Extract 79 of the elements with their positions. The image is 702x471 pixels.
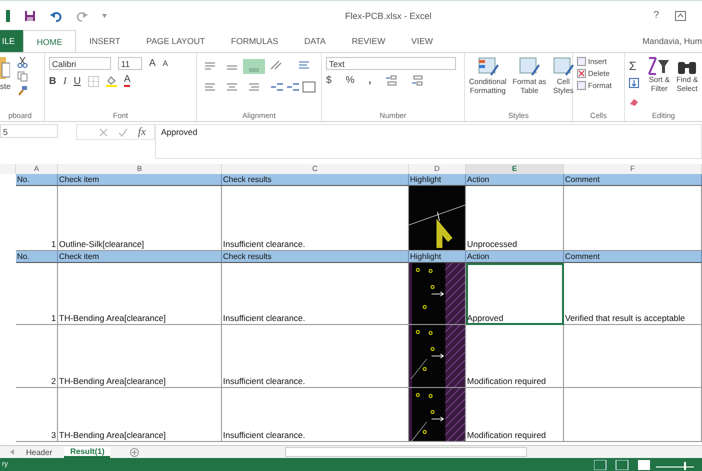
header-cell: Highlight: [409, 251, 466, 263]
header-cell: Check item: [58, 251, 222, 263]
cancel-icon[interactable]: [99, 128, 108, 136]
font-size-dropdown[interactable]: 11: [118, 57, 142, 70]
comma-button[interactable]: ,: [368, 75, 372, 86]
formula-field[interactable]: Approved: [154, 124, 702, 159]
italic-button[interactable]: I: [63, 76, 67, 86]
ribbon-tab[interactable]: ILE: [0, 30, 23, 52]
table-cell[interactable]: Approved: [466, 263, 564, 325]
user-name[interactable]: Mandavia, Hum: [642, 36, 702, 46]
horizontal-scrollbar[interactable]: [285, 447, 528, 457]
grow-font-button[interactable]: A: [149, 58, 156, 69]
view-buttons-drawing[interactable]: [594, 460, 694, 470]
check-icon[interactable]: [118, 128, 128, 136]
table-style-icon: [476, 57, 499, 77]
table-style-icon: [518, 57, 540, 77]
header-cell: Comment: [564, 174, 702, 186]
underline-button[interactable]: U: [74, 76, 81, 86]
table-cell[interactable]: Modification required: [466, 388, 564, 442]
sheet-tab[interactable]: Result(1): [64, 446, 110, 458]
eraser-icon[interactable]: [629, 98, 639, 106]
sheet-tab[interactable]: Header: [20, 448, 58, 456]
ribbon-tab[interactable]: HOME: [22, 30, 76, 52]
save-icon[interactable]: [24, 10, 36, 22]
ribbon-display-icon[interactable]: [675, 10, 686, 20]
ribbon-tab[interactable]: PAGE LAYOUT: [133, 30, 218, 52]
help-button[interactable]: ?: [653, 10, 659, 21]
autosum-button[interactable]: Σ: [629, 60, 636, 72]
ribbon-tab[interactable]: FORMULAS: [218, 30, 292, 52]
header-cell: Check item: [58, 174, 222, 186]
header-cell: Highlight: [409, 174, 466, 186]
percent-button[interactable]: %: [346, 75, 354, 86]
table-cell: 1: [16, 263, 58, 325]
scroll-left-icon[interactable]: [10, 449, 14, 455]
currency-button[interactable]: $: [326, 75, 332, 86]
sort-filter-icon: [648, 57, 670, 75]
customize-caret-icon[interactable]: [102, 14, 107, 18]
table-cell: TH-Bending Area[clearance]: [58, 325, 222, 388]
header-cell: No.: [16, 251, 58, 263]
header-cell: Action: [466, 174, 564, 186]
number-format-dropdown[interactable]: Text: [326, 57, 456, 70]
window-title: Flex-PCB.xlsx - Excel: [345, 10, 432, 20]
name-box[interactable]: 5: [0, 124, 58, 138]
font-color-button[interactable]: A: [124, 75, 130, 87]
header-cell: Comment: [564, 251, 702, 263]
table-cell: TH-Bending Area[clearance]: [58, 388, 222, 442]
redo-icon[interactable]: [76, 10, 88, 22]
table-cell: Verified that result is acceptable: [564, 263, 702, 325]
font-name-dropdown[interactable]: Calibri: [49, 57, 111, 70]
fill-color-icon[interactable]: [106, 75, 117, 87]
cells-icon: [577, 57, 586, 66]
table-cell: TH-Bending Area[clearance]: [58, 263, 222, 325]
decrease-decimal-icon[interactable]: [411, 75, 424, 86]
insert-function-button[interactable]: fx: [138, 126, 146, 138]
ribbon-tab[interactable]: REVIEW: [338, 30, 398, 52]
ribbon-tab[interactable]: VIEW: [398, 30, 446, 52]
header-cell: Action: [466, 251, 564, 263]
format-painter-icon[interactable]: [16, 85, 28, 96]
bold-button[interactable]: B: [49, 76, 56, 86]
increase-decimal-icon[interactable]: [385, 75, 398, 86]
table-cell: 3: [16, 388, 58, 442]
header-cell: Check results: [222, 251, 409, 263]
ribbon-tab[interactable]: INSERT: [76, 30, 134, 52]
paste-button[interactable]: ste: [0, 82, 11, 91]
table-cell[interactable]: Modification required: [466, 325, 564, 388]
paste-icon[interactable]: [0, 57, 10, 79]
borders-icon[interactable]: [88, 76, 99, 86]
delete-cells-icon: [577, 69, 586, 78]
cells-icon: [577, 81, 586, 90]
undo-icon[interactable]: [50, 10, 62, 22]
cut-icon[interactable]: [16, 57, 28, 68]
fill-down-icon[interactable]: [629, 78, 639, 88]
new-sheet-icon[interactable]: [130, 448, 140, 456]
table-cell: 2: [16, 325, 58, 388]
table-style-icon: [552, 57, 574, 77]
ribbon-tab[interactable]: DATA: [291, 30, 339, 52]
shrink-font-button[interactable]: A: [162, 59, 168, 68]
header-cell: No.: [16, 174, 58, 186]
header-cell: Check results: [222, 174, 409, 186]
